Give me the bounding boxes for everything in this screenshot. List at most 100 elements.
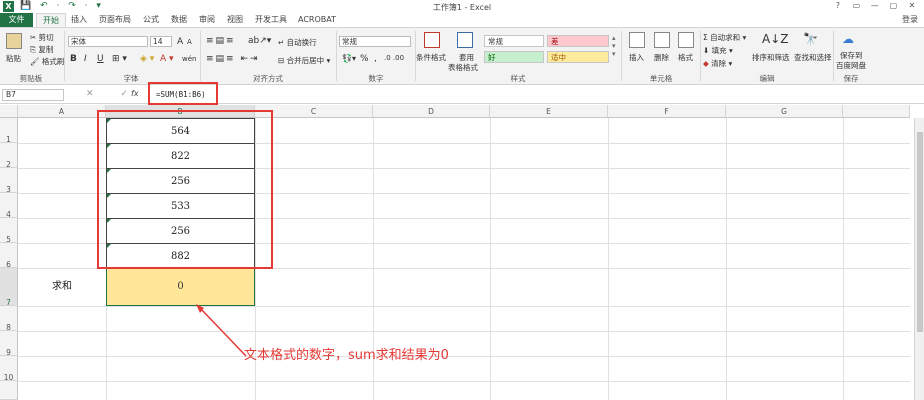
- formula-highlight-box: [148, 82, 218, 105]
- format-cells-button[interactable]: 格式: [678, 52, 693, 63]
- row-header-3[interactable]: 3: [0, 168, 18, 194]
- separator: [200, 31, 201, 81]
- name-box[interactable]: B7: [2, 89, 64, 101]
- tab-review[interactable]: 审阅: [196, 13, 218, 27]
- tab-file[interactable]: 文件: [0, 13, 33, 27]
- conditional-format-icon[interactable]: [424, 32, 440, 48]
- format-painter-button[interactable]: 🖌 格式刷: [30, 56, 64, 67]
- data-highlight-box: [97, 110, 273, 269]
- minimize-icon[interactable]: —: [867, 1, 883, 10]
- row-header-5[interactable]: 5: [0, 218, 18, 244]
- insert-cells-icon[interactable]: [629, 32, 645, 48]
- currency-icon[interactable]: 💱▾: [342, 54, 356, 63]
- baidu-cloud-icon[interactable]: ☁: [842, 32, 854, 46]
- close-icon[interactable]: ✕: [904, 1, 920, 10]
- row-header-10[interactable]: 10: [0, 356, 18, 382]
- format-table-button-2[interactable]: 表格格式: [448, 62, 478, 73]
- gridline: [490, 118, 491, 400]
- wrap-text-button[interactable]: ↵ 自动换行: [278, 37, 317, 48]
- row-header-8[interactable]: 8: [0, 306, 18, 332]
- number-format-select[interactable]: 常规: [339, 36, 411, 47]
- tab-data[interactable]: 数据: [168, 13, 190, 27]
- help-icon[interactable]: ?: [830, 1, 846, 10]
- style-bad[interactable]: 差: [547, 35, 609, 47]
- tab-insert[interactable]: 插入: [68, 13, 90, 27]
- restore-icon[interactable]: ▢: [885, 1, 901, 10]
- vertical-align-icons[interactable]: ≡▤≡: [206, 36, 236, 46]
- decimal-icons[interactable]: .0 .00: [384, 54, 404, 62]
- clear-button[interactable]: ◆ 清除 ▾: [703, 58, 732, 69]
- tab-formulas[interactable]: 公式: [140, 13, 162, 27]
- gridline: [608, 118, 609, 400]
- find-select-button[interactable]: 查找和选择: [794, 52, 832, 63]
- row-header-11[interactable]: [0, 381, 18, 400]
- worksheet-grid[interactable]: A B C D E F G 1 2 3 4 5 6 7 8 9 10 564 8…: [0, 105, 924, 400]
- cells-group-label: 单元格: [649, 74, 673, 83]
- orientation-icon[interactable]: ab↗▾: [248, 36, 271, 46]
- bold-button[interactable]: B: [70, 54, 77, 64]
- cut-button[interactable]: ✂ 剪切: [30, 32, 54, 43]
- phonetic-button[interactable]: wén: [182, 55, 196, 63]
- paste-button[interactable]: 粘贴: [6, 53, 21, 64]
- delete-cells-button[interactable]: 删除: [654, 52, 669, 63]
- column-header-g[interactable]: G: [726, 105, 843, 118]
- ribbon-home: 粘贴 ✂ 剪切 ⎘ 复制 🖌 格式刷 剪贴板 宋体 14 A A B I U ⊞…: [0, 27, 924, 85]
- row-header-4[interactable]: 4: [0, 193, 18, 219]
- row-header-6[interactable]: 6: [0, 243, 18, 269]
- column-header-f[interactable]: F: [608, 105, 726, 118]
- delete-cells-icon[interactable]: [654, 32, 670, 48]
- column-header-e[interactable]: E: [490, 105, 608, 118]
- vertical-scrollbar[interactable]: [914, 118, 924, 400]
- style-neutral[interactable]: 适中: [547, 51, 609, 63]
- autosum-button[interactable]: Σ 自动求和 ▾: [703, 32, 746, 43]
- ribbon-display-icon[interactable]: ▭: [848, 1, 864, 10]
- sort-filter-icon[interactable]: A↓Z: [762, 32, 788, 46]
- style-normal[interactable]: 常规: [484, 35, 544, 47]
- row-header-7[interactable]: 7: [0, 268, 18, 307]
- font-size-select[interactable]: 14: [150, 36, 172, 47]
- save-cloud-button-2[interactable]: 百度网盘: [836, 60, 866, 71]
- copy-button[interactable]: ⎘ 复制: [30, 44, 53, 55]
- tab-view[interactable]: 视图: [224, 13, 246, 27]
- sign-in-link[interactable]: 登录: [902, 13, 918, 27]
- ribbon-tabs: 文件 开始 插入 页面布局 公式 数据 审阅 视图 开发工具 ACROBAT 登…: [0, 13, 924, 27]
- column-header-d[interactable]: D: [373, 105, 490, 118]
- comma-button[interactable]: ,: [374, 54, 377, 64]
- cell-a7[interactable]: 求和: [18, 268, 106, 306]
- gridline: [18, 306, 910, 307]
- select-all-corner[interactable]: [0, 105, 18, 118]
- fill-color-icon[interactable]: ◈ ▾: [140, 54, 154, 64]
- styles-scroll-icon[interactable]: ▴ ▾ ▾: [612, 34, 616, 58]
- border-icon[interactable]: ⊞ ▾: [112, 54, 127, 64]
- find-select-icon[interactable]: 🔭: [803, 32, 818, 46]
- column-header-a[interactable]: A: [18, 105, 106, 118]
- insert-cells-button[interactable]: 插入: [629, 52, 644, 63]
- merge-center-button[interactable]: ⊟ 合并后居中 ▾: [278, 55, 330, 66]
- italic-button[interactable]: I: [84, 54, 87, 64]
- column-header-extra[interactable]: [843, 105, 910, 118]
- format-table-icon[interactable]: [457, 32, 473, 48]
- insert-function-button[interactable]: fx: [131, 89, 139, 98]
- font-name-select[interactable]: 宋体: [68, 36, 148, 47]
- tab-acrobat[interactable]: ACROBAT: [296, 13, 338, 27]
- tab-developer[interactable]: 开发工具: [252, 13, 290, 27]
- tab-home[interactable]: 开始: [36, 13, 66, 27]
- conditional-format-button[interactable]: 条件格式: [416, 52, 446, 63]
- row-header-1[interactable]: 1: [0, 118, 18, 144]
- style-good[interactable]: 好: [484, 51, 544, 63]
- font-grow-button[interactable]: A: [177, 37, 183, 47]
- font-shrink-button[interactable]: A: [187, 38, 192, 46]
- tab-page-layout[interactable]: 页面布局: [96, 13, 134, 27]
- font-color-icon[interactable]: A ▾: [160, 54, 174, 64]
- fill-button[interactable]: ⬇ 填充 ▾: [703, 45, 733, 56]
- paste-icon[interactable]: [6, 33, 22, 49]
- sort-filter-button[interactable]: 排序和筛选: [752, 52, 790, 63]
- scrollbar-thumb[interactable]: [917, 132, 923, 332]
- row-header-2[interactable]: 2: [0, 143, 18, 169]
- window-title: 工作簿1 - Excel: [432, 3, 492, 12]
- percent-button[interactable]: %: [360, 54, 369, 64]
- row-header-9[interactable]: 9: [0, 331, 18, 357]
- format-cells-icon[interactable]: [678, 32, 694, 48]
- horizontal-align-icons[interactable]: ≡▤≡ ⇤⇥: [206, 54, 260, 64]
- underline-button[interactable]: U: [97, 54, 104, 64]
